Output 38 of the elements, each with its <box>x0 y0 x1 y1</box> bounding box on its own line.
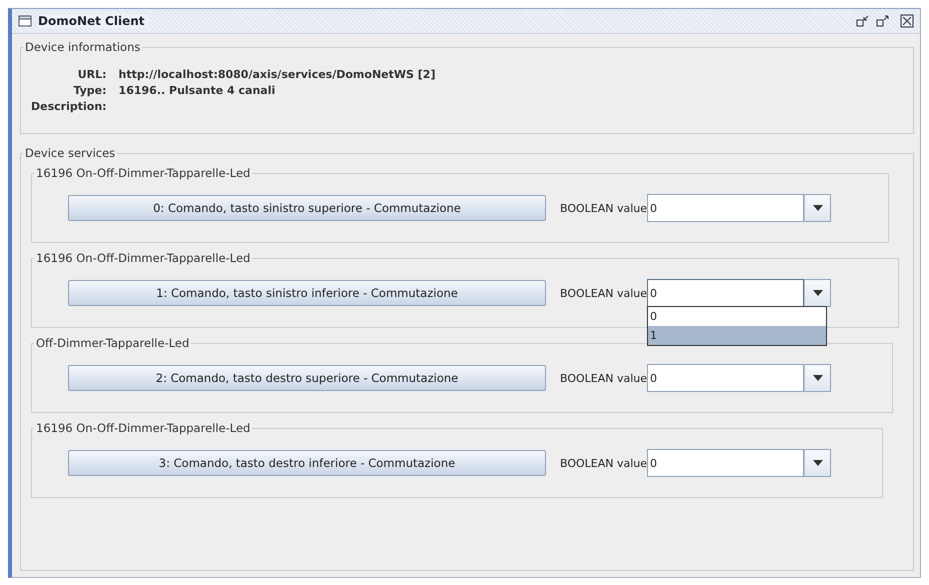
dropdown-option[interactable]: 1 <box>648 326 826 345</box>
caret-icon <box>812 290 823 296</box>
panel-title: Device services <box>24 146 116 160</box>
group-title: 16196 On-Off-Dimmer-Tapparelle-Led <box>35 251 252 265</box>
command-button[interactable]: 3: Comando, tasto destro inferiore - Commutazione <box>68 450 546 476</box>
value-field[interactable]: 0 <box>647 279 804 307</box>
value-label: BOOLEAN value <box>560 372 648 384</box>
caret-icon <box>812 375 823 381</box>
window-icon <box>18 14 32 28</box>
value-label: BOOLEAN value <box>560 456 648 470</box>
caret-icon <box>812 205 823 211</box>
field-value: 16196.. Pulsante 4 canali <box>118 84 276 97</box>
value-label: BOOLEAN value <box>560 286 648 300</box>
dropdown-button[interactable] <box>804 279 832 307</box>
value-field[interactable]: 0 <box>647 364 804 392</box>
value-field[interactable]: 0 <box>647 449 804 477</box>
group-title: 16196 On-Off-Dimmer-Tapparelle-Led <box>35 421 252 435</box>
command-button[interactable]: 2: Comando, tasto destro superiore - Commutazione <box>68 365 546 391</box>
dropdown-button[interactable] <box>804 364 832 392</box>
field-value: http://localhost:8080/axis/services/DomoNetWS [2] <box>118 68 436 81</box>
group-title: Off-Dimmer-Tapparelle-Led <box>35 336 190 350</box>
minimize-icon[interactable] <box>856 14 870 28</box>
field-label: Type: <box>72 84 107 97</box>
field-label: Description: <box>31 100 107 113</box>
maximize-icon[interactable] <box>876 14 890 28</box>
panel-title: Device informations <box>24 40 142 54</box>
dropdown-button[interactable] <box>804 449 832 477</box>
command-button[interactable]: 1: Comando, tasto sinistro inferiore - Commutazione <box>68 280 546 306</box>
close-icon[interactable] <box>900 14 914 28</box>
window-title: DomoNet Client <box>38 14 148 28</box>
field-label: URL: <box>76 68 107 81</box>
dropdown-option[interactable]: 0 <box>648 307 826 326</box>
value-field[interactable]: 0 <box>647 194 804 222</box>
command-button[interactable]: 0: Comando, tasto sinistro superiore - Commutazione <box>68 195 546 221</box>
dropdown-button[interactable] <box>804 194 832 222</box>
value-label: BOOLEAN value <box>560 202 648 214</box>
group-title: 16196 On-Off-Dimmer-Tapparelle-Led <box>35 166 252 180</box>
caret-icon <box>812 460 823 466</box>
